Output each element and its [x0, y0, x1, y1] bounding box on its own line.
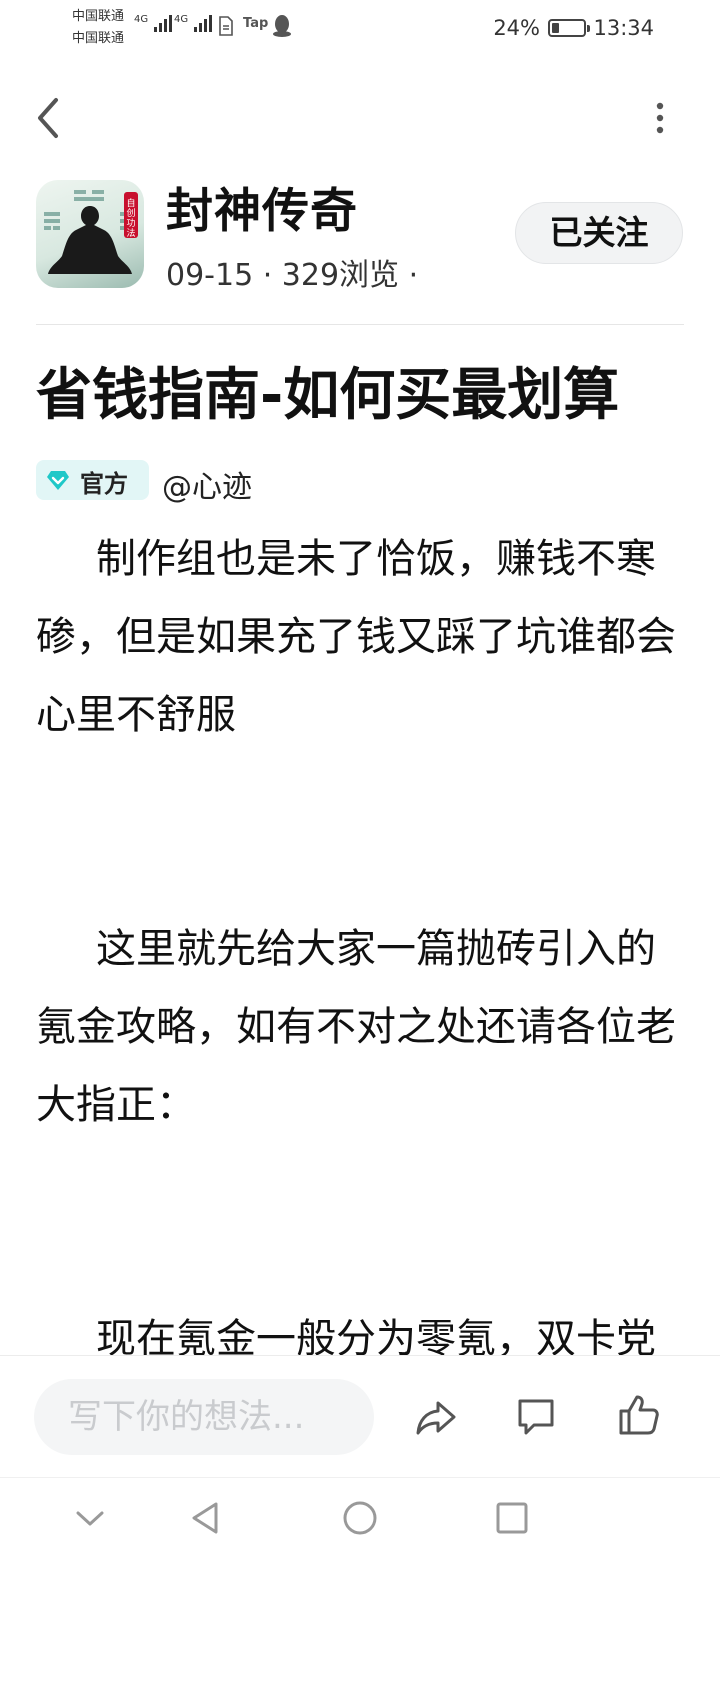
post-meta: 09-15 · 329浏览 ·: [166, 258, 419, 293]
more-options-button[interactable]: [648, 100, 672, 136]
network-2-label: 4G: [174, 14, 189, 25]
icon-seal-char-3: 功: [126, 218, 135, 229]
collapse-button[interactable]: [70, 1498, 110, 1538]
battery-fill: [552, 23, 560, 33]
comment-button[interactable]: [514, 1395, 558, 1439]
chevron-left-icon: [38, 98, 58, 138]
meditating-figure-icon: 自 创 功 法: [44, 190, 138, 274]
more-vertical-icon: [656, 102, 664, 134]
icon-seal-char-2: 创: [126, 207, 135, 219]
follow-button[interactable]: 已关注: [515, 202, 683, 264]
status-bar: 中国联通 中国联通 4G 4G Tap 24% 13:34: [0, 0, 720, 56]
triangle-back-icon: [192, 1502, 218, 1534]
signal-2-icon: 4G: [174, 14, 212, 32]
official-badge-label: 官方: [80, 470, 128, 498]
comment-icon: [518, 1399, 554, 1435]
carrier-2: 中国联通: [72, 31, 125, 46]
share-icon: [416, 1401, 456, 1435]
post-title: 省钱指南-如何买最划算: [36, 363, 620, 428]
header-divider: [36, 324, 684, 325]
qq-penguin-icon: [271, 14, 293, 42]
game-app-icon[interactable]: 自 创 功 法: [36, 180, 144, 288]
carrier-1: 中国联通: [72, 9, 125, 24]
article-paragraph: 制作组也是未了恰饭，赚钱不寒碜，但是如果充了钱又踩了坑谁都会心里不舒服: [36, 536, 676, 738]
game-name[interactable]: 封神传奇: [166, 172, 358, 241]
chevron-down-icon: [76, 1511, 104, 1526]
tap-app-badge: Tap: [243, 16, 269, 31]
official-badge: 官方: [36, 460, 149, 500]
comment-input[interactable]: 写下你的想法...: [34, 1379, 374, 1455]
system-recent-button[interactable]: [492, 1498, 532, 1538]
article-paragraph: 这里就先给大家一篇抛砖引入的氪金攻略，如有不对之处还请各位老大指正：: [36, 926, 676, 1128]
circle-home-icon: [343, 1501, 377, 1535]
like-button[interactable]: [617, 1393, 661, 1437]
square-recent-icon: [496, 1502, 528, 1534]
diamond-check-icon: [47, 471, 69, 490]
document-icon: [218, 16, 234, 40]
network-1-label: 4G: [134, 14, 149, 25]
clock: 13:34: [593, 16, 654, 40]
system-home-button[interactable]: [340, 1498, 380, 1538]
author-handle[interactable]: @心迹: [162, 462, 252, 506]
system-navigation-bar: [0, 1477, 720, 1560]
signal-1-icon: 4G: [134, 14, 172, 32]
icon-seal-char-4: 法: [126, 227, 135, 239]
system-back-button[interactable]: [186, 1498, 226, 1538]
comment-bar: 写下你的想法...: [0, 1355, 720, 1477]
battery-icon: [548, 19, 590, 37]
battery-percent: 24%: [493, 16, 540, 40]
back-button[interactable]: [30, 94, 70, 142]
share-button[interactable]: [414, 1395, 458, 1439]
thumbs-up-icon: [619, 1395, 659, 1435]
icon-seal-char-1: 自: [126, 197, 135, 209]
